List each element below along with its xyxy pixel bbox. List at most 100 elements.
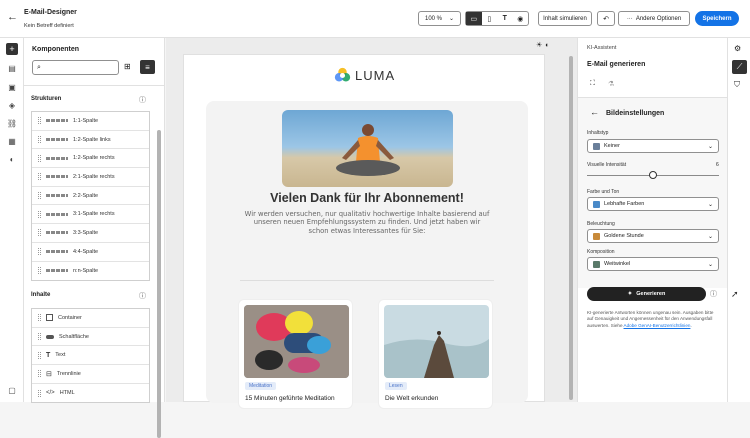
- components-panel: Komponenten ⌕ ⊞ ≡ Strukturen ⓘ 1:1-Spalt…: [24, 38, 165, 438]
- list-item[interactable]: Schaltfläche: [32, 328, 149, 347]
- visual-intensity-label: Visuelle Intensität: [587, 162, 627, 168]
- list-item[interactable]: 3:1-Spalte rechts: [32, 205, 149, 225]
- info-icon: ⓘ: [139, 97, 146, 104]
- generate-label: Generieren: [636, 291, 666, 297]
- layers-icon[interactable]: ◈: [6, 99, 18, 111]
- color-label: Farbe und Ton: [587, 189, 620, 195]
- list-item[interactable]: 3:3-Spalte: [32, 224, 149, 243]
- components-title: Komponenten: [32, 46, 80, 53]
- drag-handle-icon: [38, 173, 41, 181]
- right-rail: ⚙ ⟋ ⛉: [727, 38, 750, 402]
- list-item[interactable]: T Text: [32, 346, 149, 366]
- search-input[interactable]: [43, 64, 114, 71]
- list-item[interactable]: 1:1-Spalte: [32, 112, 149, 131]
- article-card[interactable]: Lesen Die Welt erkunden: [378, 299, 493, 409]
- simulate-content-button[interactable]: Inhalt simulieren: [538, 11, 592, 26]
- drag-handle-icon: [38, 370, 41, 378]
- drag-handle-icon: [38, 314, 41, 322]
- desktop-view-icon[interactable]: ▭: [466, 12, 482, 25]
- text-view-icon[interactable]: T: [497, 12, 513, 25]
- card-tag: Lesen: [385, 382, 407, 390]
- drag-handle-icon: [38, 154, 41, 162]
- generate-button[interactable]: ✦ Generieren: [587, 287, 706, 301]
- scrollbar[interactable]: [157, 130, 161, 438]
- fragments-icon[interactable]: ▤: [6, 62, 18, 74]
- sun-icon: ☀: [536, 42, 543, 49]
- ai-assistant-icon[interactable]: ⟋: [732, 60, 747, 74]
- email-body[interactable]: LUMA Vielen Dank für Ihr Abonnement! Wir…: [183, 54, 545, 409]
- divider: [240, 280, 494, 281]
- list-item[interactable]: ⊟ Trennlinie: [32, 365, 149, 384]
- luma-logo: LUMA: [334, 67, 395, 84]
- blocks-icon[interactable]: ▦: [6, 135, 18, 147]
- add-components-icon[interactable]: +: [6, 43, 18, 55]
- comments-icon[interactable]: ▢: [6, 384, 18, 396]
- theme-icon[interactable]: ◐: [6, 153, 18, 165]
- links-icon[interactable]: ⛓: [6, 117, 18, 129]
- chevron-down-icon: ⌄: [448, 16, 454, 22]
- search-field[interactable]: ⌕: [32, 60, 119, 75]
- theme-toggle[interactable]: ☀ ◐: [536, 40, 558, 50]
- list-view-icon[interactable]: ≡: [140, 60, 155, 74]
- list-item[interactable]: n:n-Spalte: [32, 262, 149, 281]
- color-value: Lebhafte Farben: [604, 201, 645, 207]
- text-icon: T: [46, 351, 51, 359]
- settings-sliders-icon[interactable]: ⚙: [734, 44, 741, 53]
- flask-icon[interactable]: ⚗: [608, 80, 614, 88]
- preview-eye-icon[interactable]: ◉: [513, 12, 529, 25]
- help-icon[interactable]: ⓘ: [710, 289, 717, 299]
- lighting-select[interactable]: Goldene Stunde ⌄: [587, 229, 719, 243]
- canvas-scrollbar[interactable]: [569, 56, 573, 400]
- drag-handle-icon: [38, 248, 41, 256]
- list-item[interactable]: 1:2-Spalte rechts: [32, 149, 149, 169]
- save-button[interactable]: Speichern: [695, 11, 739, 26]
- undo-button[interactable]: ↶: [597, 11, 615, 26]
- composition-label: Komposition: [587, 249, 615, 255]
- structures-list: 1:1-Spalte 1:2-Spalte links 1:2-Spalte r…: [31, 111, 150, 282]
- divider-icon: ⊟: [46, 370, 52, 378]
- color-select[interactable]: Lebhafte Farben ⌄: [587, 197, 719, 211]
- expand-icon[interactable]: ⛶: [590, 80, 595, 88]
- drag-handle-icon: [38, 192, 41, 200]
- thumb-icon: [593, 142, 600, 150]
- search-icon: ⌕: [37, 63, 41, 71]
- composition-select[interactable]: Weitwinkel ⌄: [587, 257, 719, 271]
- content-type-select[interactable]: Keiner ⌄: [587, 139, 719, 153]
- list-item[interactable]: Container: [32, 309, 149, 328]
- list-item[interactable]: 1:2-Spalte links: [32, 131, 149, 150]
- page-title: E-Mail-Designer: [24, 9, 77, 16]
- more-options-button[interactable]: ··· Andere Optionen: [618, 11, 690, 26]
- grid-view-icon[interactable]: ⊞: [124, 62, 131, 71]
- guidelines-link[interactable]: Adobe GenAI-Benutzerrichtlinien: [624, 323, 691, 328]
- intensity-slider-handle[interactable]: [649, 171, 657, 179]
- zoom-value: 100 %: [425, 15, 443, 22]
- list-item[interactable]: 2:1-Spalte rechts: [32, 168, 149, 187]
- email-headline: Vielen Dank für Ihr Abonnement!: [270, 191, 464, 205]
- list-item[interactable]: 2:2-Spalte: [32, 187, 149, 206]
- content-type-label: Inhaltstyp: [587, 130, 609, 136]
- column-layout-icon: [46, 212, 68, 216]
- shield-icon[interactable]: ⛉: [734, 80, 740, 90]
- card-title: Die Welt erkunden: [385, 395, 439, 402]
- mouse-cursor-icon: ➚: [731, 289, 739, 299]
- card-image: [244, 305, 349, 378]
- drag-handle-icon: [38, 229, 41, 237]
- top-bar: ← E-Mail-Designer Kein Betreff definiert…: [0, 0, 750, 38]
- list-item[interactable]: </> HTML: [32, 384, 149, 403]
- panel-title: E-Mail generieren: [587, 61, 646, 68]
- contents-list: Container Schaltfläche T Text ⊟ Trennlinie…: [31, 308, 150, 404]
- article-card[interactable]: Meditation 15 Minuten geführte Meditatio…: [238, 299, 353, 409]
- drag-handle-icon: [38, 117, 41, 125]
- more-options-label: Andere Optionen: [635, 15, 682, 22]
- visual-intensity-value: 6: [716, 162, 719, 168]
- list-item[interactable]: 4:4-Spalte: [32, 243, 149, 262]
- back-arrow-icon[interactable]: ←: [7, 11, 18, 23]
- hero-image[interactable]: [282, 110, 453, 187]
- column-layout-icon: [46, 175, 68, 179]
- back-arrow-icon[interactable]: ←: [590, 107, 599, 117]
- assets-icon[interactable]: ▣: [6, 81, 18, 93]
- page-subtitle: Kein Betreff definiert: [24, 23, 74, 29]
- yoga-gear-image: [244, 305, 349, 378]
- mobile-view-icon[interactable]: ▯: [482, 12, 498, 25]
- zoom-select[interactable]: 100 % ⌄: [418, 11, 461, 26]
